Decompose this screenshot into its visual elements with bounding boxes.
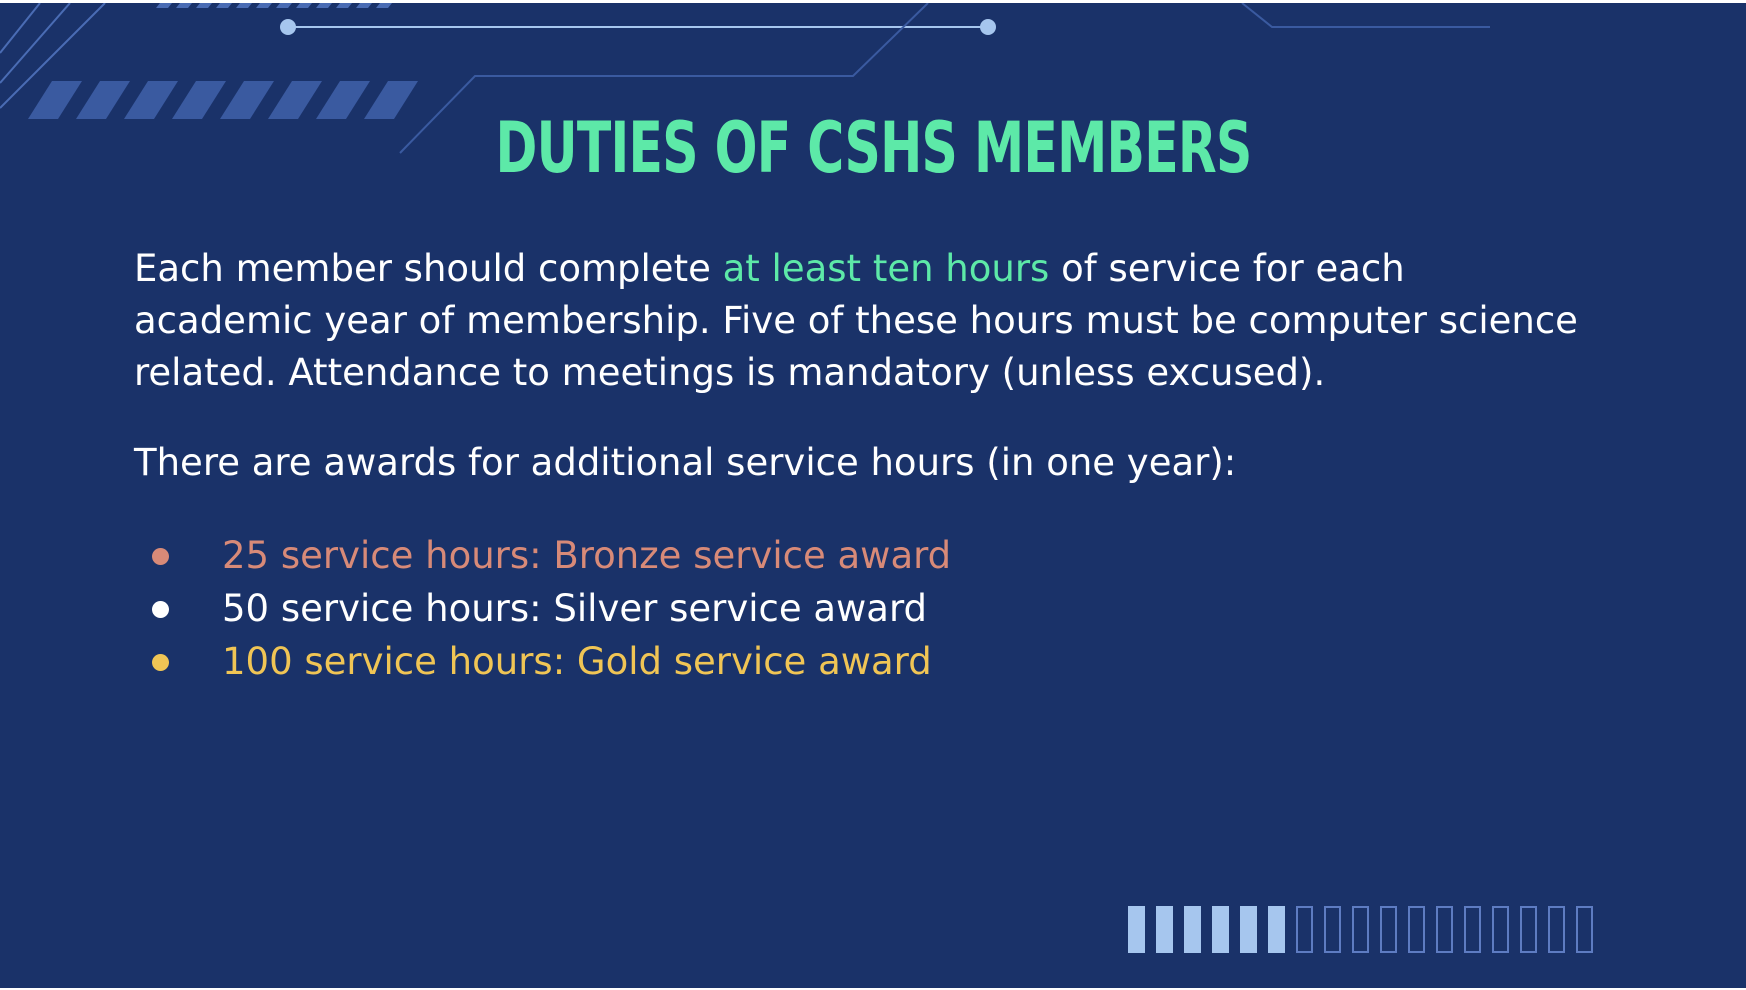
- slide-progress-indicator: [1128, 906, 1593, 953]
- slide-body: Each member should complete at least ten…: [134, 243, 1634, 688]
- progress-segment-empty: [1492, 906, 1509, 953]
- progress-segment-empty: [1324, 906, 1341, 953]
- awards-list: 25 service hours: Bronze service award 5…: [134, 529, 1634, 688]
- required-hours-highlight: at least ten hours: [722, 247, 1050, 290]
- progress-segment-filled: [1156, 906, 1173, 953]
- progress-segment-filled: [1212, 906, 1229, 953]
- progress-segment-empty: [1576, 906, 1593, 953]
- progress-segment-empty: [1436, 906, 1453, 953]
- award-item-bronze: 25 service hours: Bronze service award: [134, 529, 1634, 582]
- gold-bullet-icon: [152, 654, 169, 671]
- bronze-bullet-icon: [152, 548, 169, 565]
- progress-segment-filled: [1268, 906, 1285, 953]
- progress-segment-filled: [1240, 906, 1257, 953]
- award-label: 50 service hours: Silver service award: [222, 587, 928, 630]
- progress-segment-empty: [1408, 906, 1425, 953]
- membership-requirements-paragraph: Each member should complete at least ten…: [134, 243, 1594, 399]
- awards-intro-paragraph: There are awards for additional service …: [134, 441, 1237, 484]
- progress-segment-empty: [1520, 906, 1537, 953]
- award-item-gold: 100 service hours: Gold service award: [134, 635, 1634, 688]
- award-label: 25 service hours: Bronze service award: [222, 534, 952, 577]
- progress-segment-empty: [1464, 906, 1481, 953]
- requirement-text-start: Each member should complete: [134, 247, 723, 290]
- progress-segment-empty: [1548, 906, 1565, 953]
- award-label: 100 service hours: Gold service award: [222, 640, 932, 683]
- slide: DUTIES OF CSHS MEMBERS Each member shoul…: [0, 3, 1746, 988]
- silver-bullet-icon: [152, 601, 169, 618]
- progress-segment-filled: [1184, 906, 1201, 953]
- award-item-silver: 50 service hours: Silver service award: [134, 582, 1634, 635]
- progress-segment-filled: [1128, 906, 1145, 953]
- progress-segment-empty: [1296, 906, 1313, 953]
- progress-segment-empty: [1352, 906, 1369, 953]
- progress-segment-empty: [1380, 906, 1397, 953]
- slide-title: DUTIES OF CSHS MEMBERS: [495, 107, 1253, 189]
